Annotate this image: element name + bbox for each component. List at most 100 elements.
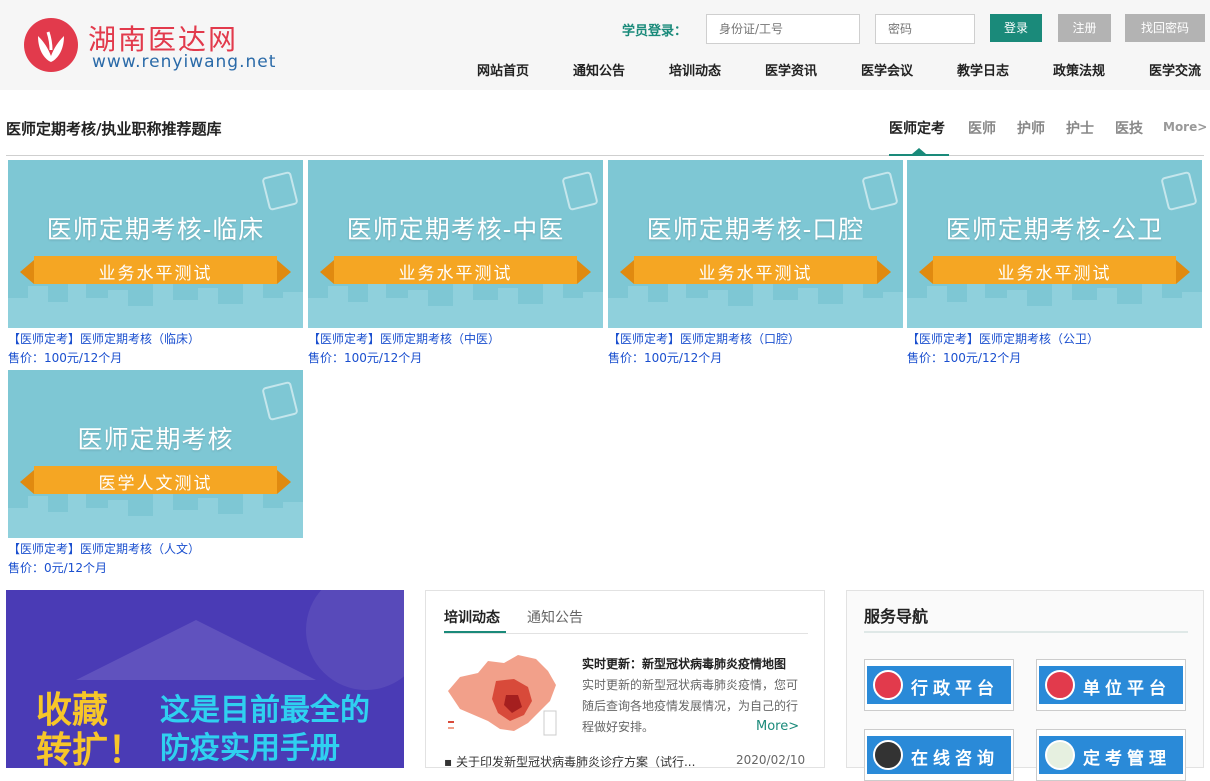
ribbon-text: 业务水平测试 [98, 264, 213, 284]
button-face: 行政平台 [867, 666, 1011, 704]
news-list-item[interactable]: ▪ 关于印发新型冠状病毒肺炎诊疗方案（试行... [444, 753, 695, 770]
promo-left-line: 收藏 [36, 689, 109, 731]
button-label: 行政平台 [911, 679, 999, 699]
document-icon [861, 170, 899, 212]
course-banner-title: 医师定期考核-中医 [346, 215, 565, 244]
logo-mark-icon [1045, 670, 1075, 700]
ribbon-text: 业务水平测试 [698, 264, 813, 284]
course-card[interactable]: 医师定期考核 医学人文测试 【医师定考】医师定期考核（人文） 售价：0元/12个… [8, 370, 303, 576]
nav-item-exchange[interactable]: 医学交流 [1149, 60, 1201, 79]
course-ribbon: 医学人文测试 [20, 466, 291, 494]
button-face: 单位平台 [1039, 666, 1183, 704]
category-tab-technician[interactable]: 医技 [1115, 118, 1143, 138]
epidemic-handbook-promo[interactable]: 收藏 转扩！ 这是目前最全的 防疫实用手册 [6, 590, 404, 768]
active-tab-underline [889, 154, 949, 156]
course-card[interactable]: 医师定期考核-中医 业务水平测试 【医师定考】医师定期考核（中医） 售价：100… [308, 160, 603, 366]
course-card[interactable]: 医师定期考核-临床 业务水平测试 【医师定考】医师定期考核（临床） 售价：100… [8, 160, 303, 366]
nav-item-training[interactable]: 培训动态 [669, 60, 721, 79]
service-divider [864, 631, 1188, 633]
news-panel: 培训动态 通知公告 实时更新：新型冠状病毒肺炎疫情地图 实时更新的新型冠状病毒肺… [425, 590, 825, 770]
house-outline-icon [76, 620, 316, 680]
service-navigation: 服务导航 行政平台 单位平台 在线咨询 定考管理 [846, 590, 1204, 781]
ribbon-text: 业务水平测试 [997, 264, 1112, 284]
decorative-circle [306, 590, 404, 690]
active-tab-underline [444, 631, 506, 633]
nav-item-teaching-log[interactable]: 教学日志 [957, 60, 1009, 79]
china-epidemic-map-icon[interactable] [444, 651, 564, 741]
category-tab-nurse[interactable]: 护士 [1066, 118, 1094, 138]
course-title-link[interactable]: 【医师定考】医师定期考核（公卫） [907, 330, 1202, 347]
promo-left-text: 收藏 转扩！ [36, 690, 144, 768]
promo-left-line: 转扩！ [36, 729, 145, 768]
section-title: 医师定期考核/执业职称推荐题库 [6, 120, 222, 138]
nav-item-news[interactable]: 医学资讯 [765, 60, 817, 79]
course-banner[interactable]: 医师定期考核 医学人文测试 [8, 370, 303, 538]
course-banner[interactable]: 医师定期考核-临床 业务水平测试 [8, 160, 303, 328]
online-consult-button[interactable]: 在线咨询 [864, 729, 1014, 781]
course-banner[interactable]: 医师定期考核-中医 业务水平测试 [308, 160, 603, 328]
button-label: 单位平台 [1083, 679, 1171, 699]
register-button[interactable]: 注册 [1058, 14, 1111, 42]
category-tab-doctor-exam[interactable]: 医师定考 [889, 118, 945, 138]
course-price: 售价：100元/12个月 [308, 351, 423, 365]
tab-training[interactable]: 培训动态 [444, 607, 500, 627]
course-title-link[interactable]: 【医师定考】医师定期考核（临床） [8, 330, 303, 347]
nav-item-policy[interactable]: 政策法规 [1053, 60, 1105, 79]
nav-item-notice[interactable]: 通知公告 [573, 60, 625, 79]
course-title-link[interactable]: 【医师定考】医师定期考核（口腔） [608, 330, 903, 347]
document-icon [261, 380, 299, 422]
course-banner-title: 医师定期考核-公卫 [945, 215, 1164, 244]
ribbon-text: 医学人文测试 [98, 474, 213, 494]
button-label: 在线咨询 [911, 749, 999, 769]
course-title-link[interactable]: 【医师定考】医师定期考核（中医） [308, 330, 603, 347]
tab-notice[interactable]: 通知公告 [527, 607, 583, 627]
admin-platform-button[interactable]: 行政平台 [864, 659, 1014, 711]
course-banner-title: 医师定期考核 [77, 425, 234, 454]
news-headline-link[interactable]: 实时更新：新型冠状病毒肺炎疫情地图 [582, 655, 786, 672]
headset-icon [873, 740, 903, 770]
more-link[interactable]: More> [1163, 120, 1207, 134]
category-tab-doctor[interactable]: 医师 [968, 118, 996, 138]
course-price: 售价：0元/12个月 [8, 561, 107, 575]
site-header: 湖南医达网 www.renyiwang.net 学员登录： 登录 注册 找回密码… [0, 0, 1210, 90]
document-icon [1160, 170, 1198, 212]
document-icon [561, 170, 599, 212]
course-banner-title: 医师定期考核-口腔 [646, 215, 865, 244]
cmda-seal-icon [1045, 740, 1075, 770]
id-input[interactable] [706, 14, 860, 44]
button-face: 在线咨询 [867, 736, 1011, 774]
category-tab-nurse-practitioner[interactable]: 护师 [1017, 118, 1045, 138]
promo-right-line: 这是目前最全的 [160, 693, 370, 728]
news-item-date: 2020/02/10 [736, 753, 806, 767]
promo-right-text: 这是目前最全的 防疫实用手册 [160, 692, 370, 768]
button-label: 定考管理 [1083, 749, 1171, 769]
course-ribbon: 业务水平测试 [919, 256, 1190, 284]
main-nav: 网站首页 通知公告 培训动态 医学资讯 医学会议 教学日志 政策法规 医学交流 [0, 60, 1210, 80]
promo-right-line: 防疫实用手册 [160, 731, 340, 766]
unit-platform-button[interactable]: 单位平台 [1036, 659, 1186, 711]
exam-management-button[interactable]: 定考管理 [1036, 729, 1186, 781]
nav-item-home[interactable]: 网站首页 [477, 60, 529, 79]
course-card[interactable]: 医师定期考核-口腔 业务水平测试 【医师定考】医师定期考核（口腔） 售价：100… [608, 160, 903, 366]
course-ribbon: 业务水平测试 [320, 256, 591, 284]
service-title: 服务导航 [864, 607, 929, 626]
tab-divider [444, 633, 808, 634]
ribbon-text: 业务水平测试 [398, 264, 513, 284]
course-card[interactable]: 医师定期考核-公卫 业务水平测试 【医师定考】医师定期考核（公卫） 售价：100… [907, 160, 1202, 366]
find-password-button[interactable]: 找回密码 [1125, 14, 1205, 42]
news-more-link[interactable]: More> [756, 719, 799, 734]
course-title-link[interactable]: 【医师定考】医师定期考核（人文） [8, 540, 303, 557]
course-banner[interactable]: 医师定期考核-公卫 业务水平测试 [907, 160, 1202, 328]
course-price: 售价：100元/12个月 [8, 351, 123, 365]
password-input[interactable] [875, 14, 975, 44]
logo-mark-icon [873, 670, 903, 700]
login-label: 学员登录： [622, 24, 688, 39]
course-price: 售价：100元/12个月 [608, 351, 723, 365]
course-ribbon: 业务水平测试 [20, 256, 291, 284]
course-price: 售价：100元/12个月 [907, 351, 1022, 365]
login-button[interactable]: 登录 [990, 14, 1042, 42]
question-bank-section-header: 医师定期考核/执业职称推荐题库 医师定考 医师 护师 护士 医技 More> [6, 110, 1207, 156]
nav-item-conference[interactable]: 医学会议 [861, 60, 913, 79]
document-icon [261, 170, 299, 212]
course-banner[interactable]: 医师定期考核-口腔 业务水平测试 [608, 160, 903, 328]
